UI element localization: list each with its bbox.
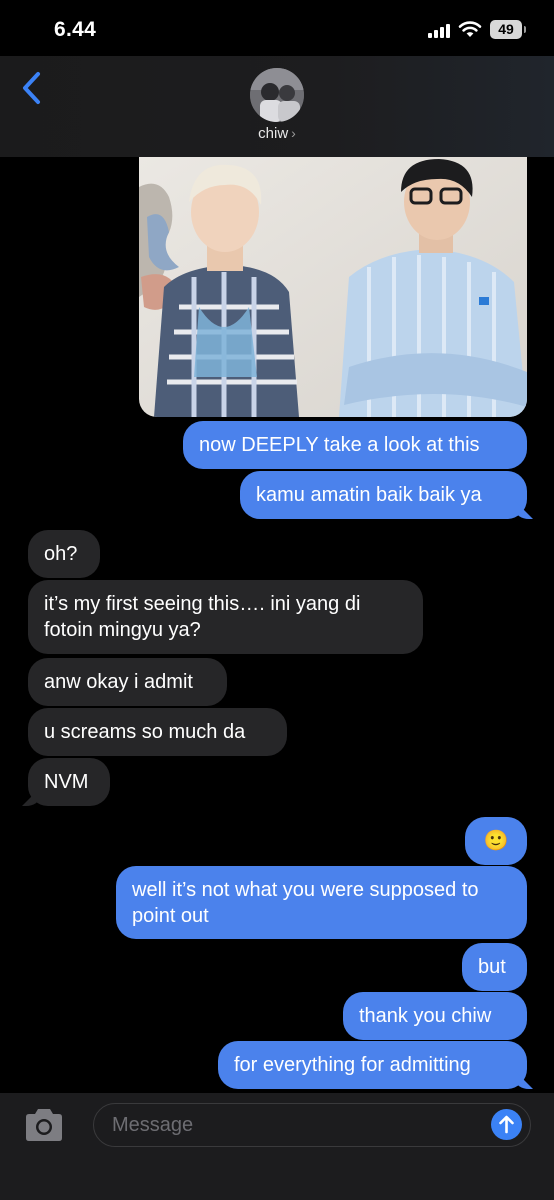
message-composer: Message <box>0 1093 554 1200</box>
conversation-header: chiw › <box>0 56 554 157</box>
sent-message[interactable]: for everything for admitting <box>218 1041 527 1089</box>
contact-name[interactable]: chiw › <box>0 125 554 142</box>
avatar[interactable] <box>250 68 304 122</box>
message-input[interactable]: Message <box>93 1103 531 1147</box>
wifi-icon <box>458 21 482 37</box>
chevron-right-icon: › <box>291 125 296 141</box>
image-message[interactable] <box>139 157 527 417</box>
send-arrow-icon <box>499 1115 514 1134</box>
received-message[interactable]: it’s my first seeing this…. ini yang di … <box>28 580 423 654</box>
received-message[interactable]: NVM <box>28 758 110 806</box>
signal-icon <box>428 24 450 38</box>
send-button[interactable] <box>491 1109 522 1140</box>
received-message[interactable]: anw okay i admit <box>28 658 227 706</box>
camera-icon[interactable] <box>22 1107 66 1143</box>
status-bar: 6.44 49 <box>0 0 554 56</box>
back-chevron-icon[interactable] <box>18 70 48 106</box>
sent-message[interactable]: well it’s not what you were supposed to … <box>116 866 527 939</box>
message-placeholder: Message <box>112 1114 194 1136</box>
sent-message[interactable]: kamu amatin baik baik ya <box>240 471 527 519</box>
sent-message-emoji[interactable]: 🙂 <box>465 817 527 865</box>
received-message[interactable]: u screams so much da <box>28 708 287 756</box>
received-message[interactable]: oh? <box>28 530 100 578</box>
sent-message[interactable]: thank you chiw <box>343 992 527 1040</box>
sent-message[interactable]: now DEEPLY take a look at this <box>183 421 527 469</box>
battery-indicator: 49 <box>490 20 526 39</box>
sent-message[interactable]: but <box>462 943 527 991</box>
status-time: 6.44 <box>54 18 97 41</box>
